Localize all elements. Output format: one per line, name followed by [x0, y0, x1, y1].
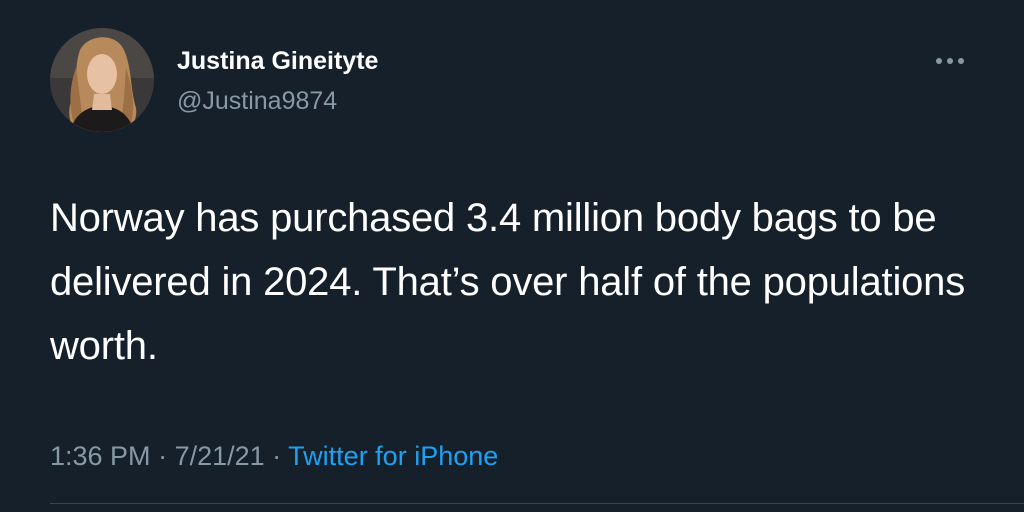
more-options-icon: [936, 58, 942, 64]
avatar[interactable]: [50, 28, 154, 132]
tweet-card: Justina Gineityte @Justina9874 Norway ha…: [0, 0, 1024, 512]
more-options-icon-dot-3: [958, 58, 964, 64]
tweet-metadata: 1:36 PM · 7/21/21 · Twitter for iPhone: [50, 438, 498, 474]
tweet-time[interactable]: 1:36 PM: [50, 441, 151, 471]
tweet-text: Norway has purchased 3.4 million body ba…: [50, 196, 966, 368]
meta-separator: ·: [150, 441, 175, 471]
username-handle[interactable]: @Justina9874: [177, 85, 337, 117]
tweet-source-link[interactable]: Twitter for iPhone: [288, 441, 498, 471]
avatar-photo: [50, 28, 154, 132]
tweet-date[interactable]: 7/21/21: [175, 441, 265, 471]
display-name[interactable]: Justina Gineityte: [177, 45, 378, 77]
meta-separator-2: ·: [264, 441, 289, 471]
divider: [50, 503, 1024, 504]
more-options-button[interactable]: [926, 46, 974, 76]
more-options-icon-dot-2: [947, 58, 953, 64]
